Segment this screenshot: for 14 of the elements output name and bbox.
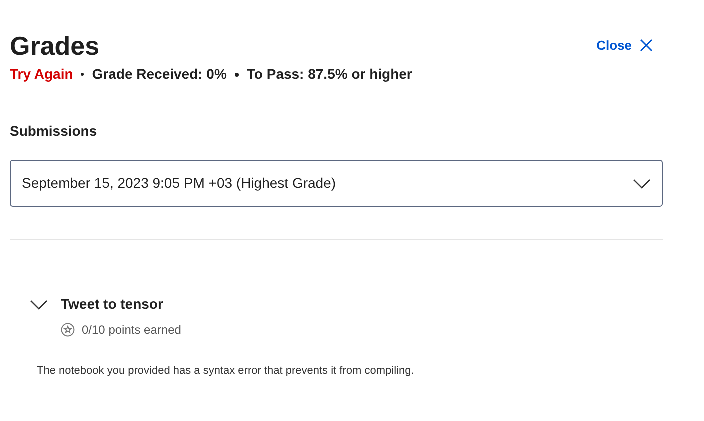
chevron-down-icon[interactable] — [30, 300, 48, 310]
chevron-down-icon — [633, 178, 651, 188]
grade-received: Grade Received: 0% — [92, 65, 227, 84]
star-badge-icon — [61, 323, 75, 337]
points-earned: 0/10 points earned — [82, 322, 182, 339]
page-title: Grades — [10, 30, 100, 62]
passing-grade: To Pass: 87.5% or higher — [246, 65, 412, 84]
result-status: Try Again — [10, 65, 74, 84]
feedback-text: The notebook you provided has a syntax error that prevents it from compiling. — [37, 364, 416, 379]
submission-select[interactable]: September 15, 2023 9:05 PM +03 (Highest Grade) — [10, 160, 663, 207]
item-title: Tweet to tensor — [61, 295, 164, 314]
close-icon — [640, 39, 653, 52]
close-button[interactable]: Close — [596, 36, 653, 56]
submissions-label: Submissions — [10, 122, 98, 141]
